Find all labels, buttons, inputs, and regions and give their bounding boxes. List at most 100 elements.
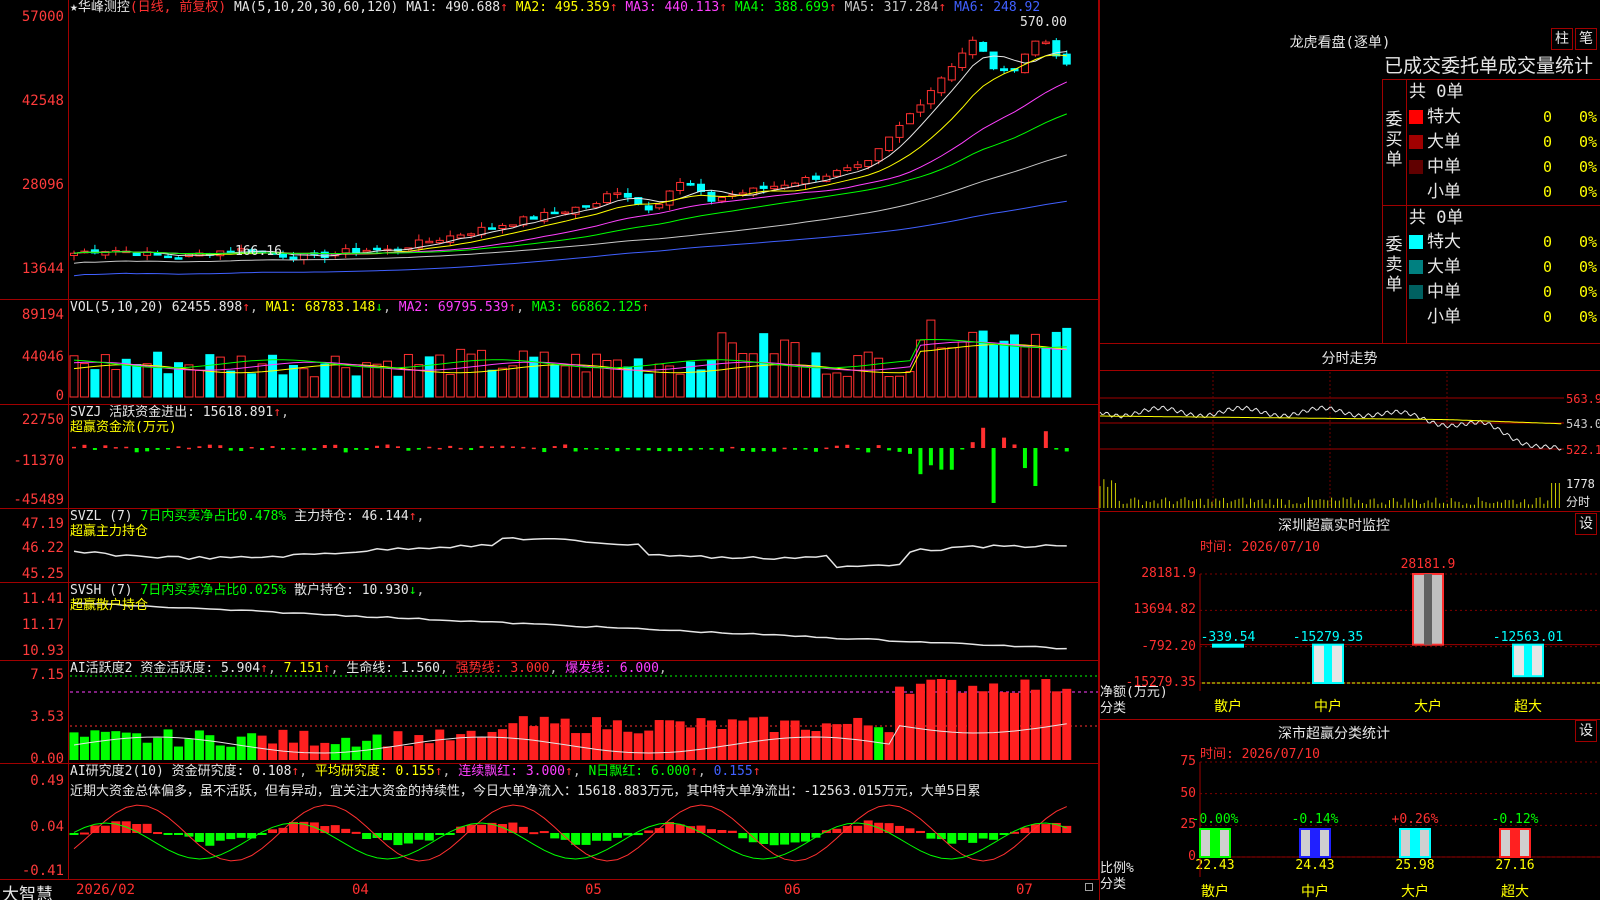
volume-bar: [163, 373, 173, 398]
volume-bar: [362, 362, 372, 398]
activity-bar: [121, 732, 131, 760]
order-pct: 0%: [1579, 108, 1598, 126]
y-tick: 89194: [21, 307, 64, 323]
bar-value-label: -339.54: [1200, 629, 1256, 645]
sz-class-settings-button[interactable]: 设: [1575, 720, 1597, 742]
bar-view-button[interactable]: 柱: [1551, 28, 1573, 50]
fund-flow-bar: [1012, 444, 1017, 448]
intraday-vol-unit: 分时: [1566, 495, 1591, 509]
volume-bar: [309, 376, 319, 398]
change-label: -0.00%: [1191, 812, 1239, 827]
fund-flow-bar: [1064, 448, 1069, 452]
research-bar: [236, 833, 246, 838]
ma-value: MA4: 388.699: [727, 0, 829, 15]
y-tick: -15279.35: [1125, 675, 1196, 690]
research-bar: [853, 825, 863, 833]
order-pct: 0%: [1579, 183, 1598, 201]
fund-flow-bar: [291, 448, 296, 450]
sz-monitor-settings-button[interactable]: 设: [1575, 513, 1597, 535]
candle-body: [717, 196, 726, 202]
color-swatch: [1409, 235, 1423, 249]
activity-bar: [759, 716, 769, 760]
y-tick: 11.41: [21, 591, 64, 607]
monitor-bar-stripe: [1524, 644, 1532, 677]
activity-bar: [111, 731, 121, 760]
x-label: 05: [585, 882, 602, 898]
volume-bar: [633, 358, 643, 398]
volume-bar: [790, 342, 800, 398]
research-bar: [435, 833, 445, 835]
fund-flow-bar: [218, 445, 223, 448]
monitor-bar: [1512, 643, 1544, 678]
candle-body: [874, 148, 883, 162]
activity-bar: [320, 742, 330, 760]
activity-bar: [915, 683, 925, 760]
fund-flow-bar: [813, 448, 818, 452]
order-size-label: 特大: [1427, 107, 1461, 127]
fund-flow-bar: [563, 444, 568, 448]
fund-flow-bar: [145, 448, 150, 452]
adjust-mode[interactable]: (日线, 前复权): [130, 0, 226, 15]
fund-flow-bar: [688, 448, 693, 451]
fund-flow-bar: [908, 448, 912, 454]
research-bar: [330, 825, 340, 833]
volume-bar: [278, 374, 288, 398]
y-tick: 0.49: [30, 773, 64, 789]
activity-bar: [978, 691, 988, 760]
volume-bar: [811, 352, 821, 398]
monitor-bar: [1212, 643, 1244, 648]
activity-bar: [278, 729, 288, 760]
activity-bar: [518, 716, 528, 760]
order-count: 0: [1543, 283, 1553, 301]
volume-bar: [654, 363, 664, 398]
activity-bar: [153, 737, 163, 760]
volume-bar: [560, 365, 570, 398]
activity-bar: [205, 735, 215, 760]
sz-monitor-title: 深圳超赢实时监控: [1278, 518, 1390, 534]
research-bar: [268, 829, 278, 833]
candle-body: [864, 160, 873, 168]
lock-icon[interactable]: [1085, 883, 1093, 891]
fund-flow-bar: [939, 448, 944, 470]
fund-flow-bar: [897, 448, 902, 452]
stock-name[interactable]: 华峰测控: [78, 0, 130, 15]
fund-flow-bar: [113, 447, 118, 449]
candle-body: [373, 247, 382, 251]
activity-bar: [780, 720, 790, 760]
research-bar: [968, 833, 978, 843]
category-label: 分类: [1100, 701, 1127, 716]
activity-bar: [738, 720, 748, 760]
activity-bar: [686, 727, 696, 760]
volume-bar: [90, 369, 100, 398]
volume-bar: [330, 355, 340, 398]
activity-bar: [863, 725, 873, 760]
y-tick: 0.00: [30, 751, 64, 767]
tick-view-button[interactable]: 笔: [1575, 28, 1597, 50]
change-label: -0.12%: [1491, 812, 1539, 827]
candle-body: [592, 203, 601, 208]
activity-bar: [424, 743, 434, 760]
order-size-label: 小单: [1427, 307, 1461, 327]
volume-bar: [738, 353, 748, 398]
buy-row: 大单 0 0%: [1409, 130, 1600, 154]
y-tick: 10.93: [21, 643, 64, 659]
sell-row: 中单 0 0%: [1409, 280, 1600, 304]
fund-flow-bar: [134, 448, 139, 453]
candle-body: [488, 227, 496, 230]
activity-bar: [727, 719, 737, 760]
candle-body: [613, 192, 622, 195]
volume-bar: [832, 372, 842, 398]
activity-bar: [842, 723, 852, 760]
activity-bar: [633, 733, 643, 760]
monitor-bar-stripe: [1224, 644, 1232, 647]
y-tick: 7.15: [30, 667, 64, 683]
order-stats-tabs[interactable]: 已成交委托单成交量统计: [1384, 52, 1600, 80]
activity-bar: [466, 730, 476, 760]
volume-bar: [288, 364, 298, 398]
volume-bar: [905, 371, 915, 398]
volume-bar: [571, 353, 581, 398]
y-tick: 47.19: [21, 516, 64, 532]
activity-bar: [581, 733, 591, 760]
stock-terminal: ★华峰测控(日线, 前复权) MA(5,10,20,30,60,120) MA1…: [0, 0, 1600, 900]
ma-value: MA6: 248.92: [946, 0, 1041, 15]
